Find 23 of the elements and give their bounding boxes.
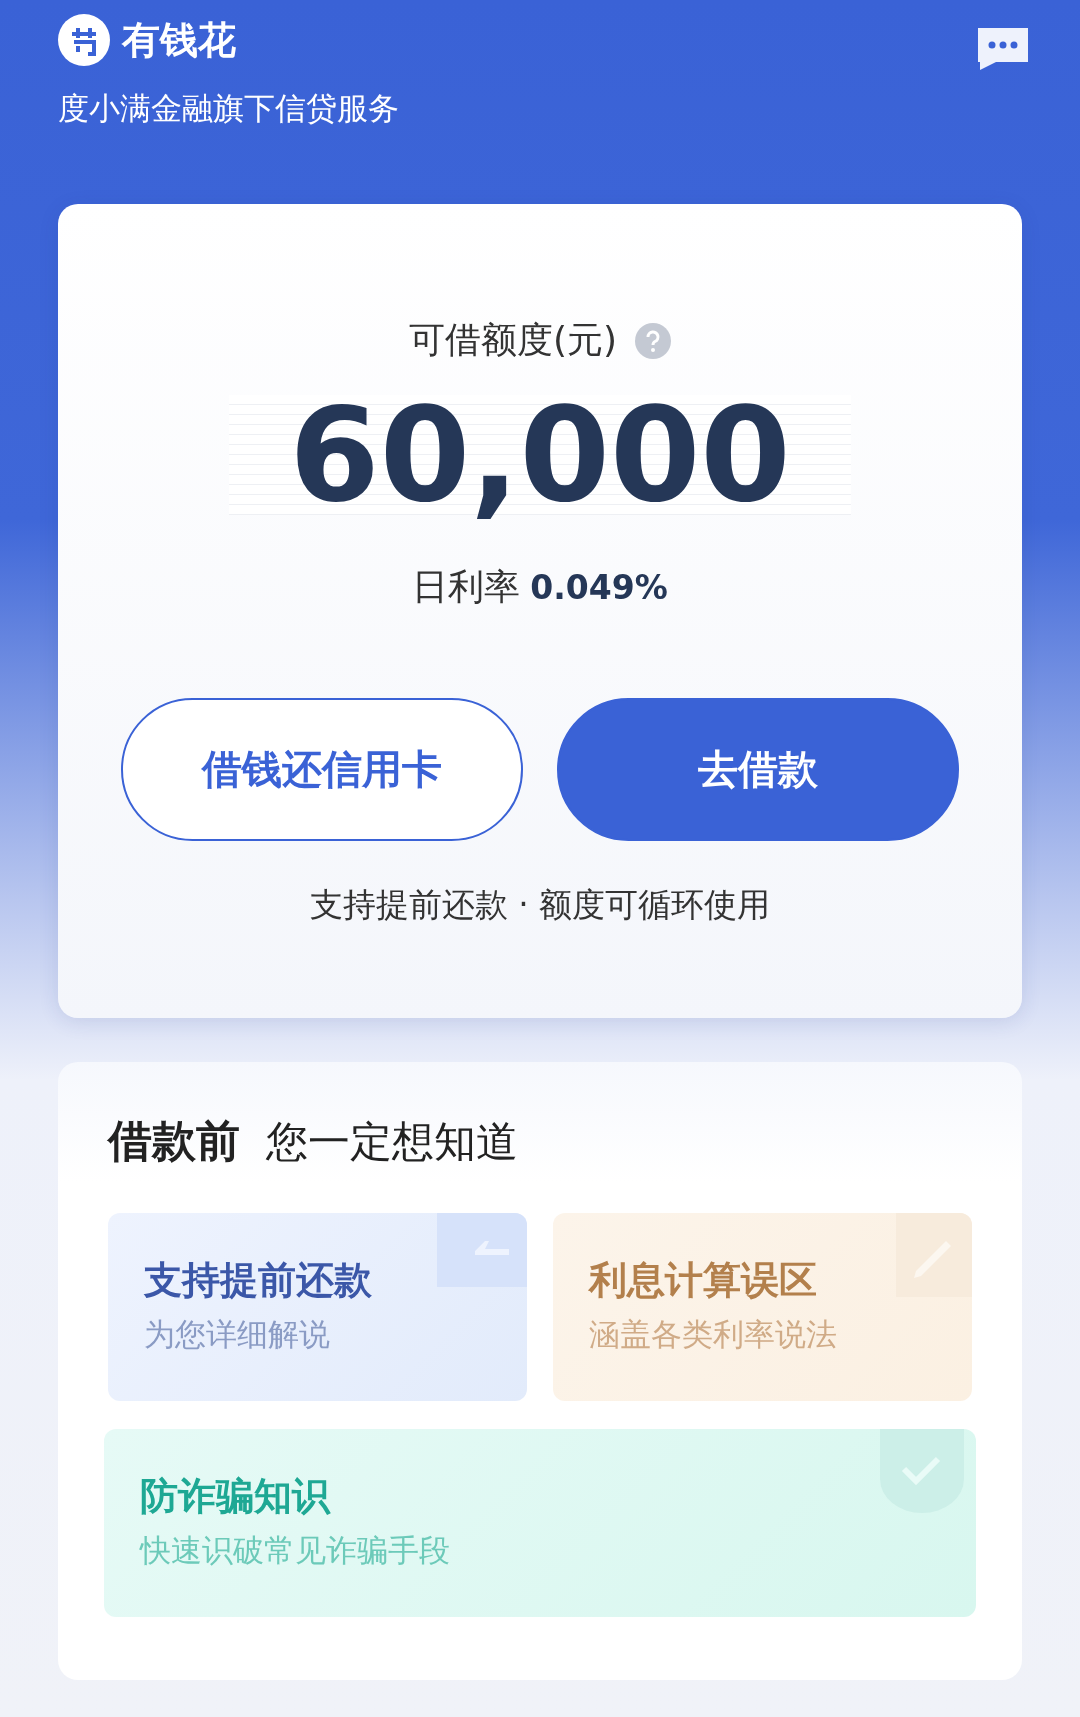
rate-label: 日利率: [412, 565, 521, 609]
tile-title: 支持提前还款: [144, 1257, 373, 1304]
info-tile[interactable]: 利息计算误区 涵盖各类利率说法: [553, 1213, 972, 1401]
rate-value: 0.049%: [530, 568, 668, 607]
subtitle: 度小满金融旗下信贷服务: [58, 89, 399, 128]
tile-description: 为您详细解说: [144, 1315, 331, 1354]
info-tile[interactable]: 防诈骗知识 快速识破常见诈骗手段: [104, 1429, 976, 1617]
app-name: 有钱花: [122, 16, 236, 64]
borrow-button[interactable]: 去借款: [557, 698, 959, 841]
corner-icon: [437, 1213, 527, 1287]
tile-title: 利息计算误区: [589, 1257, 818, 1304]
tile-description: 快速识破常见诈骗手段: [140, 1531, 451, 1570]
tile-title: 防诈骗知识: [140, 1473, 332, 1520]
shield-check-icon: [880, 1429, 964, 1513]
pencil-icon: [896, 1213, 972, 1297]
repay-card-button[interactable]: 借钱还信用卡: [121, 698, 523, 841]
logo-icon: [58, 14, 110, 66]
section-subtitle: 您一定想知道: [266, 1116, 518, 1168]
credit-limit-label: 可借额度(元): [408, 318, 618, 362]
info-tile[interactable]: 支持提前还款 为您详细解说: [108, 1213, 527, 1401]
tile-description: 涵盖各类利率说法: [589, 1315, 838, 1354]
feature-note: 支持提前还款 · 额度可循环使用: [309, 884, 771, 926]
section-title: 借款前: [108, 1114, 240, 1168]
